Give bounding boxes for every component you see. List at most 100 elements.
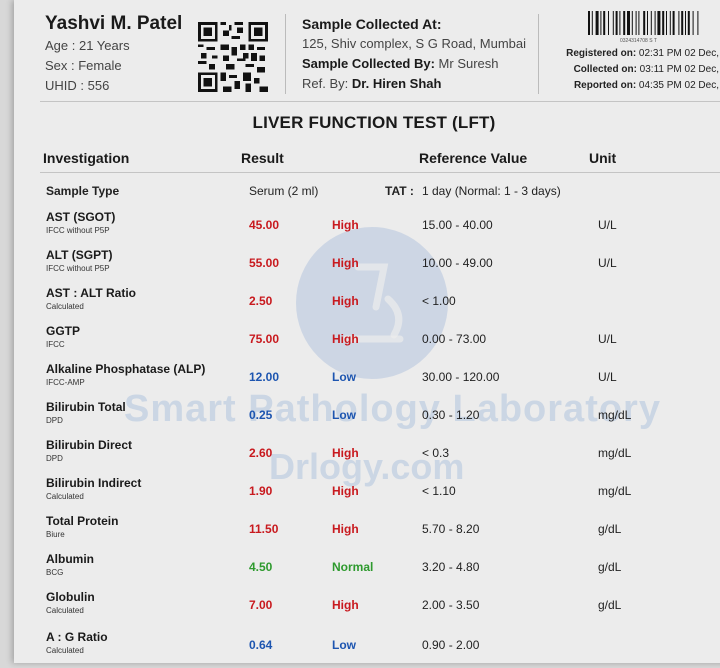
sample-type-value: Serum (2 ml) [249,184,319,198]
test-reference: 0.00 - 73.00 [422,332,487,346]
table-row: Total Protein Biure 11.50 High 5.70 - 8.20 g/… [14,514,720,552]
test-name: Bilirubin Total [46,400,126,414]
table-row: AST : ALT Ratio Calculated 2.50 High < 1.00 [14,286,720,324]
test-reference: 0.30 - 1.20 [422,408,480,422]
collection-info: Sample Collected At: 125, Shiv complex, … [302,14,526,94]
test-value: 12.00 [249,370,280,384]
test-method: Calculated [46,492,84,501]
table-row: Bilirubin Total DPD 0.25 Low 0.30 - 1.20 mg/d… [14,400,720,438]
header-separator [40,101,720,102]
test-method: Calculated [46,302,84,311]
test-flag: Normal [332,560,374,574]
test-method: Calculated [46,646,84,655]
test-name: Bilirubin Direct [46,438,133,452]
column-reference: Reference Value [419,150,528,166]
test-unit: mg/dL [598,484,632,498]
test-flag: High [332,256,359,270]
test-reference: 0.90 - 2.00 [422,638,480,652]
collection-address: 125, Shiv complex, S G Road, Mumbai [302,36,526,51]
header-divider [285,14,286,94]
test-unit: mg/dL [598,446,632,460]
patient-age: Age : 21 Years [45,38,130,53]
report-sheet: Yashvi M. Patel Age : 21 Years Sex : Fem… [14,0,720,663]
test-method: DPD [46,454,63,463]
report-title: LIVER FUNCTION TEST (LFT) [252,113,496,132]
test-flag: High [332,522,359,536]
table-header-separator [40,172,720,173]
test-name: Total Protein [46,514,119,528]
test-flag: Low [332,370,356,384]
test-method: IFCC without P5P [46,226,110,235]
test-name: ALT (SGPT) [46,248,113,262]
test-value: 4.50 [249,560,273,574]
table-row: Albumin BCG 4.50 Normal 3.20 - 4.80 g/dL [14,552,720,590]
test-value: 45.00 [249,218,280,232]
test-method: IFCC [46,340,65,349]
test-name: AST : ALT Ratio [46,286,136,300]
test-name: Globulin [46,590,95,604]
referred-by: Ref. By: Dr. Hiren Shah [302,76,442,91]
test-value: 0.25 [249,408,273,422]
test-reference: < 1.10 [422,484,456,498]
test-flag: High [332,218,359,232]
test-value: 11.50 [249,522,279,536]
collected-by: Sample Collected By: Mr Suresh [302,56,499,71]
test-method: Biure [46,530,65,539]
column-result: Result [241,150,284,166]
table-row: GGTP IFCC 75.00 High 0.00 - 73.00 U/L [14,324,720,362]
test-value: 2.50 [249,294,273,308]
qr-code-icon [198,22,268,92]
test-name: A : G Ratio [46,630,108,644]
report-dates: Registered on: 02:31 PM 02 Dec, 2X Colle… [566,46,720,94]
test-flag: Low [332,638,356,652]
test-method: DPD [46,416,63,425]
barcode-number: 0324314708 S T [620,38,657,44]
test-name: GGTP [46,324,81,338]
collected-on: Collected on: 03:11 PM 02 Dec, 2X [573,64,720,75]
column-investigation: Investigation [43,150,130,166]
test-reference: 5.70 - 8.20 [422,522,480,536]
test-reference: < 1.00 [422,294,456,308]
test-flag: High [332,598,359,612]
test-unit: U/L [598,256,617,270]
table-row: Alkaline Phosphatase (ALP) IFCC-AMP 12.00 L… [14,362,720,400]
barcode-icon [588,11,699,35]
test-name: Alkaline Phosphatase (ALP) [46,362,206,376]
tat-value: 1 day (Normal: 1 - 3 days) [422,184,561,198]
test-unit: U/L [598,370,617,384]
test-reference: < 0.3 [422,446,450,460]
test-flag: High [332,332,359,346]
test-reference: 30.00 - 120.00 [422,370,500,384]
registered-on: Registered on: 02:31 PM 02 Dec, 2X [566,48,720,59]
test-flag: High [332,294,359,308]
test-reference: 10.00 - 49.00 [422,256,493,270]
patient-sex: Sex : Female [45,58,122,73]
patient-info: Yashvi M. Patel Age : 21 Years Sex : Fem… [45,12,182,96]
test-method: Calculated [46,606,84,615]
test-value: 2.60 [249,446,273,460]
test-unit: g/dL [598,560,622,574]
table-row: Bilirubin Direct DPD 2.60 High < 0.3 mg/dL [14,438,720,476]
table-row: Bilirubin Indirect Calculated 1.90 High < 1.… [14,476,720,514]
test-flag: High [332,484,359,498]
tat-label: TAT : [385,184,414,198]
test-value: 75.00 [249,332,280,346]
table-row: AST (SGOT) IFCC without P5P 45.00 High 15.00… [14,210,720,248]
reported-on: Reported on: 04:35 PM 02 Dec, 2X [573,80,720,91]
test-value: 55.00 [249,256,280,270]
collected-at-heading: Sample Collected At: [302,16,442,32]
test-flag: Low [332,408,356,422]
test-flag: High [332,446,359,460]
test-value: 0.64 [249,638,273,652]
test-method: IFCC-AMP [46,378,85,387]
sample-type-label: Sample Type [46,184,120,198]
test-unit: U/L [598,218,617,232]
table-row: A : G Ratio Calculated 0.64 Low 0.90 - 2.00 [14,630,720,668]
test-value: 1.90 [249,484,273,498]
header-divider-2 [538,14,539,94]
test-value: 7.00 [249,598,273,612]
test-unit: mg/dL [598,408,632,422]
test-reference: 15.00 - 40.00 [422,218,493,232]
test-unit: g/dL [598,522,622,536]
test-name: AST (SGOT) [46,210,116,224]
